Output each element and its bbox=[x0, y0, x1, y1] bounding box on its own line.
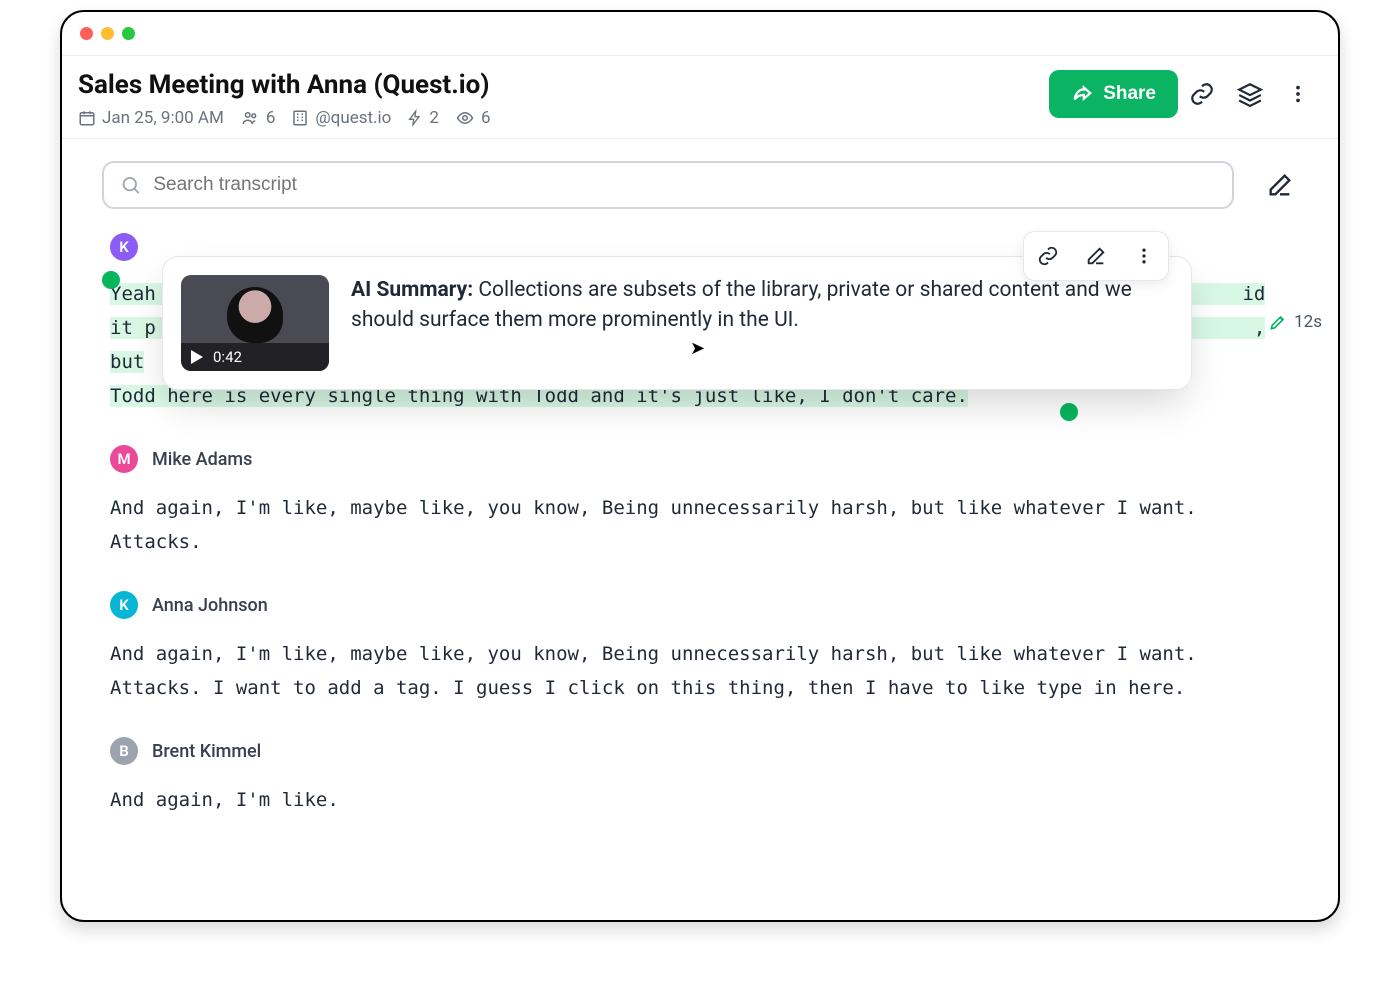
highlighter-icon bbox=[1268, 312, 1288, 332]
compose-icon bbox=[1266, 171, 1294, 199]
kebab-icon bbox=[1287, 83, 1309, 105]
summary-edit-button[interactable] bbox=[1072, 232, 1120, 280]
edit-transcript-button[interactable] bbox=[1262, 167, 1298, 203]
org-text: @quest.io bbox=[315, 108, 391, 128]
people-icon bbox=[240, 109, 260, 127]
layers-icon bbox=[1237, 81, 1263, 107]
share-label: Share bbox=[1103, 83, 1156, 105]
kebab-icon bbox=[1134, 246, 1154, 266]
copy-link-button[interactable] bbox=[1178, 70, 1226, 118]
transcript-text[interactable]: And again, I'm like, maybe like, you kno… bbox=[110, 637, 1298, 705]
clip-thumbnail[interactable]: 0:42 bbox=[181, 275, 329, 371]
people-count: 6 bbox=[266, 108, 276, 128]
play-icon bbox=[191, 350, 203, 364]
meta-views[interactable]: 6 bbox=[455, 108, 491, 128]
meta-org[interactable]: @quest.io bbox=[291, 108, 391, 128]
speaker-name: Anna Johnson bbox=[152, 595, 268, 616]
layers-button[interactable] bbox=[1226, 70, 1274, 118]
page-title: Sales Meeting with Anna (Quest.io) bbox=[78, 70, 1049, 100]
clip-timestamp: 0:42 bbox=[213, 348, 242, 366]
summary-more-button[interactable] bbox=[1120, 232, 1168, 280]
speaker-row: K Anna Johnson bbox=[110, 591, 1298, 619]
avatar[interactable]: M bbox=[110, 445, 138, 473]
speaker-name: Mike Adams bbox=[152, 449, 252, 470]
app-window: Sales Meeting with Anna (Quest.io) Jan 2… bbox=[60, 10, 1340, 922]
page-header: Sales Meeting with Anna (Quest.io) Jan 2… bbox=[62, 56, 1338, 139]
compose-icon bbox=[1085, 245, 1107, 267]
summary-label: AI Summary: bbox=[351, 278, 473, 302]
maximize-window-icon[interactable] bbox=[122, 27, 135, 40]
speaker-row: B Brent Kimmel bbox=[110, 737, 1298, 765]
minimize-window-icon[interactable] bbox=[101, 27, 114, 40]
meta-date[interactable]: Jan 25, 9:00 AM bbox=[78, 108, 224, 128]
search-input-wrap[interactable] bbox=[102, 161, 1234, 209]
eye-icon bbox=[455, 109, 475, 127]
mouse-cursor-icon: ➤ bbox=[690, 338, 705, 359]
share-button[interactable]: Share bbox=[1049, 70, 1178, 118]
date-text: Jan 25, 9:00 AM bbox=[102, 108, 224, 128]
summary-text-block: AI Summary: Collections are subsets of t… bbox=[351, 275, 1173, 371]
speaker-name: Brent Kimmel bbox=[152, 741, 261, 762]
meta-moments[interactable]: 2 bbox=[407, 108, 439, 128]
highlight-duration-tag[interactable]: 12s bbox=[1268, 312, 1322, 332]
meta-people[interactable]: 6 bbox=[240, 108, 276, 128]
avatar[interactable]: K bbox=[110, 591, 138, 619]
bolt-icon bbox=[407, 109, 423, 127]
more-menu-button[interactable] bbox=[1274, 70, 1322, 118]
summary-copy-link-button[interactable] bbox=[1024, 232, 1072, 280]
search-row bbox=[62, 139, 1338, 217]
link-icon bbox=[1037, 245, 1059, 267]
selection-handle-start[interactable] bbox=[102, 271, 120, 289]
search-input[interactable] bbox=[153, 174, 1216, 196]
window-titlebar bbox=[62, 12, 1338, 56]
avatar[interactable]: K bbox=[110, 233, 138, 261]
highlight-duration-text: 12s bbox=[1294, 312, 1322, 332]
calendar-icon bbox=[78, 109, 96, 127]
close-window-icon[interactable] bbox=[80, 27, 93, 40]
meta-bar: Jan 25, 9:00 AM 6 @quest.io 2 6 bbox=[78, 108, 1049, 128]
avatar[interactable]: B bbox=[110, 737, 138, 765]
search-icon bbox=[120, 174, 141, 196]
speaker-row: M Mike Adams bbox=[110, 445, 1298, 473]
moments-count: 2 bbox=[429, 108, 439, 128]
link-icon bbox=[1189, 81, 1215, 107]
building-icon bbox=[291, 109, 309, 127]
share-arrow-icon bbox=[1071, 83, 1093, 105]
speaker-face-icon bbox=[227, 287, 283, 343]
selection-handle-end[interactable] bbox=[1060, 403, 1078, 421]
transcript-text[interactable]: And again, I'm like. bbox=[110, 783, 1298, 817]
views-count: 6 bbox=[481, 108, 491, 128]
ai-summary-card: 0:42 AI Summary: Collections are subsets… bbox=[162, 256, 1192, 390]
transcript-text[interactable]: And again, I'm like, maybe like, you kno… bbox=[110, 491, 1298, 559]
summary-action-bar bbox=[1023, 231, 1169, 281]
